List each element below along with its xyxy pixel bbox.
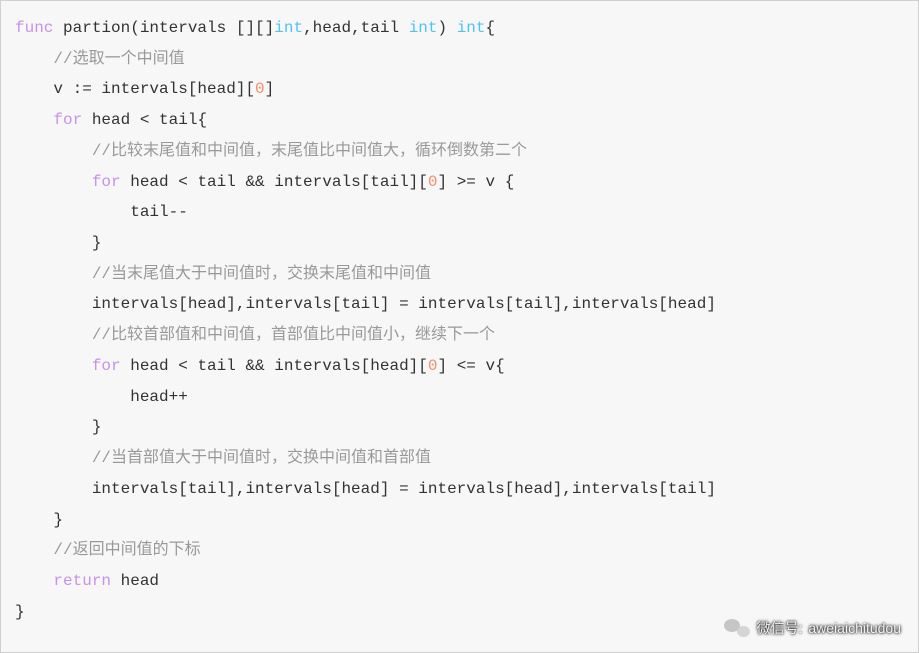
watermark-value: aweiaichitudou [808,620,901,636]
code-line: //选取一个中间值 [15,44,904,75]
code-line: intervals[tail],intervals[head] = interv… [15,474,904,505]
code-line: //比较首部值和中间值，首部值比中间值小，继续下一个 [15,320,904,351]
code-token-comment: //选取一个中间值 [53,50,184,68]
code-token-type: int [457,19,486,37]
code-token-ident: intervals[head],intervals[tail] = interv… [92,295,716,313]
code-token-ident: } [92,418,102,436]
code-token-ident: } [92,234,102,252]
code-line: //返回中间值的下标 [15,535,904,566]
code-token-ident: head < tail{ [82,111,207,129]
code-token-kw: for [53,111,82,129]
code-token-comment: //当首部值大于中间值时，交换中间值和首部值 [92,449,431,467]
code-token-ident: head < tail && intervals[tail][ [121,173,428,191]
code-token-ident: head [111,572,159,590]
code-token-punct: ) [438,19,457,37]
code-token-ident: ] <= v{ [437,357,504,375]
code-token-ident: } [53,511,63,529]
code-line: //当首部值大于中间值时，交换中间值和首部值 [15,443,904,474]
code-line: return head [15,566,904,597]
code-token-num: 0 [255,80,265,98]
code-token-ident: ] [265,80,275,98]
code-token-ident: v := intervals[head][ [53,80,255,98]
code-token-ident: head < tail && intervals[head][ [121,357,428,375]
code-line: } [15,505,904,536]
code-token-kw: for [92,173,121,191]
code-token-comment: //比较末尾值和中间值，末尾值比中间值大，循环倒数第二个 [92,142,527,160]
code-block: func partion(intervals [][]int,head,tail… [0,0,919,653]
code-token-punct: { [486,19,496,37]
code-token-ident: intervals[tail],intervals[head] = interv… [92,480,716,498]
code-line: //比较末尾值和中间值，末尾值比中间值大，循环倒数第二个 [15,136,904,167]
code-token-punct: ,head,tail [303,19,409,37]
code-token-kw: return [53,572,111,590]
code-lines: func partion(intervals [][]int,head,tail… [15,13,904,627]
code-line: v := intervals[head][0] [15,74,904,105]
code-token-kw: func [15,19,53,37]
code-token-ident: ] >= v { [437,173,514,191]
code-line: } [15,228,904,259]
wechat-icon [724,617,750,639]
watermark-label: 微信号: [756,618,802,638]
code-line: } [15,412,904,443]
code-token-type: int [274,19,303,37]
code-token-ident: } [15,603,25,621]
code-token-type: int [409,19,438,37]
code-token-comment: //返回中间值的下标 [53,541,200,559]
code-line: tail-- [15,197,904,228]
code-token-punct: partion(intervals [][] [53,19,274,37]
code-line: for head < tail && intervals[tail][0] >=… [15,167,904,198]
code-token-comment: //比较首部值和中间值，首部值比中间值小，继续下一个 [92,326,495,344]
wechat-watermark: 微信号: aweiaichitudou [724,617,901,639]
code-line: //当末尾值大于中间值时，交换末尾值和中间值 [15,259,904,290]
code-line: intervals[head],intervals[tail] = interv… [15,289,904,320]
code-line: for head < tail{ [15,105,904,136]
code-line: for head < tail && intervals[head][0] <=… [15,351,904,382]
code-token-ident: tail-- [130,203,188,221]
code-token-comment: //当末尾值大于中间值时，交换末尾值和中间值 [92,265,431,283]
code-token-kw: for [92,357,121,375]
code-token-ident: head++ [130,388,188,406]
code-line: func partion(intervals [][]int,head,tail… [15,13,904,44]
code-line: head++ [15,382,904,413]
